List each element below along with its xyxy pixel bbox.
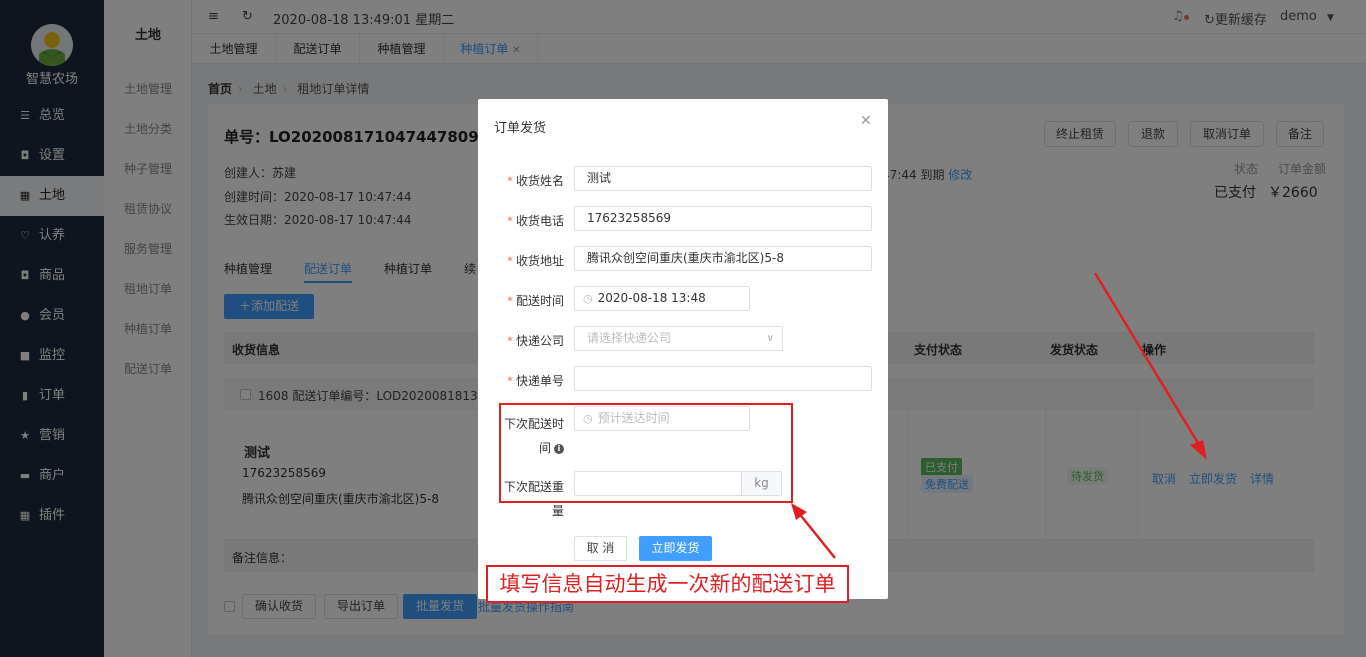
annotation-callout: 填写信息自动生成一次新的配送订单 (486, 565, 849, 603)
annotation-arrows (791, 272, 1207, 559)
